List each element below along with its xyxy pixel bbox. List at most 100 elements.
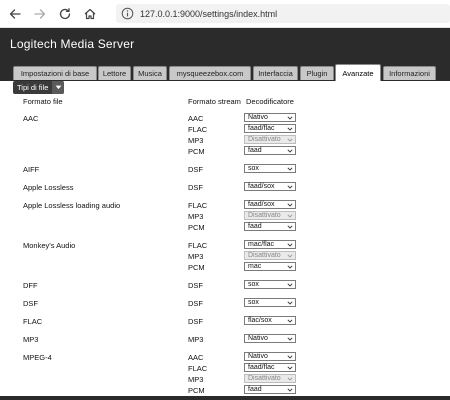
chevron-down-icon: [287, 185, 293, 189]
decoder-select[interactable]: faad/flac: [244, 124, 296, 133]
reload-icon: [59, 8, 71, 20]
tab-interfaccia[interactable]: Interfaccia: [253, 66, 298, 80]
chevron-down-icon: [287, 388, 293, 392]
decoder-select[interactable]: Nativo: [244, 113, 296, 122]
app-title: Logitech Media Server: [10, 37, 135, 51]
tab-plugin[interactable]: Plugin: [300, 66, 334, 80]
column-header-stream: Formato stream: [188, 97, 241, 106]
decoder-select[interactable]: Nativo: [244, 334, 296, 343]
stream-format-label: MP3: [188, 375, 204, 384]
decoder-select: Disattivato: [244, 374, 296, 383]
decoder-value: faad: [248, 147, 262, 154]
decoder-select[interactable]: Nativo: [244, 352, 296, 361]
file-format-label: Apple Lossless: [23, 183, 74, 192]
decoder-value: mac: [248, 263, 262, 270]
forward-button[interactable]: [31, 5, 49, 23]
file-format-label: Apple Lossless loading audio: [23, 201, 121, 210]
stream-format-label: MP3: [188, 212, 204, 221]
decoder-select[interactable]: mac: [244, 262, 296, 271]
chevron-down-icon: [287, 366, 293, 370]
stream-format-label: DSF: [188, 299, 203, 308]
info-icon[interactable]: [121, 7, 134, 20]
column-header-format: Formato file: [23, 97, 63, 106]
column-header-decoder: Decodificatore: [246, 97, 294, 106]
decoder-value: Disattivato: [248, 252, 281, 259]
chevron-down-icon: [287, 149, 293, 153]
tab-mysqueezebox[interactable]: mysqueezebox.com: [169, 66, 251, 80]
decoder-value: Nativo: [248, 114, 268, 121]
decoder-select: Disattivato: [244, 135, 296, 144]
decoder-select[interactable]: sox: [244, 298, 296, 307]
decoder-value: Nativo: [248, 353, 268, 360]
decoder-value: sox: [248, 299, 259, 306]
arrow-right-icon: [34, 9, 46, 19]
tab-avanzate[interactable]: Avanzate: [335, 64, 381, 81]
decoder-select[interactable]: faad: [244, 222, 296, 231]
decoder-select[interactable]: faad: [244, 146, 296, 155]
decoder-select[interactable]: faad/sox: [244, 200, 296, 209]
stream-format-label: FLAC: [188, 364, 208, 373]
decoder-select[interactable]: faad/sox: [244, 182, 296, 191]
decoder-value: flac/sox: [248, 317, 272, 324]
file-types-menu[interactable]: Tipi di file: [13, 81, 65, 94]
decoder-select[interactable]: sox: [244, 280, 296, 289]
tab-informazioni[interactable]: Informazioni: [383, 66, 436, 80]
stream-format-label: DSF: [188, 183, 203, 192]
chevron-down-icon: [287, 203, 293, 207]
stream-format-label: PCM: [188, 263, 205, 272]
chevron-down-icon: [287, 319, 293, 323]
reload-button[interactable]: [56, 5, 74, 23]
chevron-down-icon: [287, 301, 293, 305]
file-format-label: DFF: [23, 281, 38, 290]
stream-format-label: AAC: [188, 353, 204, 362]
chevron-down-icon: [287, 214, 293, 218]
chevron-down-icon: [52, 81, 65, 94]
chevron-down-icon: [287, 243, 293, 247]
stream-format-label: FLAC: [188, 201, 208, 210]
decoder-select[interactable]: faad: [244, 385, 296, 394]
decoder-value: Disattivato: [248, 375, 281, 382]
chevron-down-icon: [287, 138, 293, 142]
chevron-down-icon: [287, 265, 293, 269]
decoder-select[interactable]: faad/flac: [244, 363, 296, 372]
chevron-down-icon: [287, 127, 293, 131]
stream-format-label: AAC: [188, 114, 204, 123]
stream-format-label: MP3: [188, 335, 204, 344]
decoder-select[interactable]: sox: [244, 164, 296, 173]
home-button[interactable]: [81, 5, 99, 23]
chevron-down-icon: [287, 355, 293, 359]
decoder-value: faad/flac: [248, 364, 275, 371]
file-format-label: MP3: [23, 335, 39, 344]
stream-format-label: PCM: [188, 386, 205, 395]
decoder-value: Nativo: [248, 335, 268, 342]
decoder-value: faad/sox: [248, 183, 275, 190]
chevron-down-icon: [287, 283, 293, 287]
stream-format-label: MP3: [188, 252, 204, 261]
decoder-value: mac/flac: [248, 241, 275, 248]
file-format-label: Monkey's Audio: [23, 241, 76, 250]
chevron-down-icon: [287, 167, 293, 171]
decoder-select[interactable]: mac/flac: [244, 240, 296, 249]
file-format-label: FLAC: [23, 317, 43, 326]
decoder-value: Disattivato: [248, 212, 281, 219]
decoder-value: sox: [248, 281, 259, 288]
stream-format-label: DSF: [188, 165, 203, 174]
decoder-value: faad/sox: [248, 201, 275, 208]
stream-format-label: MP3: [188, 136, 204, 145]
arrow-left-icon: [9, 9, 21, 19]
page-bottom-edge: [0, 396, 450, 400]
file-format-label: MPEG-4: [23, 353, 52, 362]
file-types-label: Tipi di file: [17, 83, 49, 92]
tab-musica[interactable]: Musica: [133, 66, 167, 80]
decoder-select[interactable]: flac/sox: [244, 316, 296, 325]
back-button[interactable]: [6, 5, 24, 23]
decoder-select: Disattivato: [244, 251, 296, 260]
tab-lettore[interactable]: Lettore: [98, 66, 131, 80]
file-format-label: DSF: [23, 299, 38, 308]
url-text[interactable]: 127.0.0.1:9000/settings/index.html: [140, 9, 277, 19]
address-bar[interactable]: 127.0.0.1:9000/settings/index.html: [116, 4, 450, 23]
stream-format-label: FLAC: [188, 241, 208, 250]
tab-impostazioni-di-base[interactable]: Impostazioni di base: [13, 66, 97, 80]
stream-format-label: PCM: [188, 223, 205, 232]
chevron-down-icon: [287, 116, 293, 120]
